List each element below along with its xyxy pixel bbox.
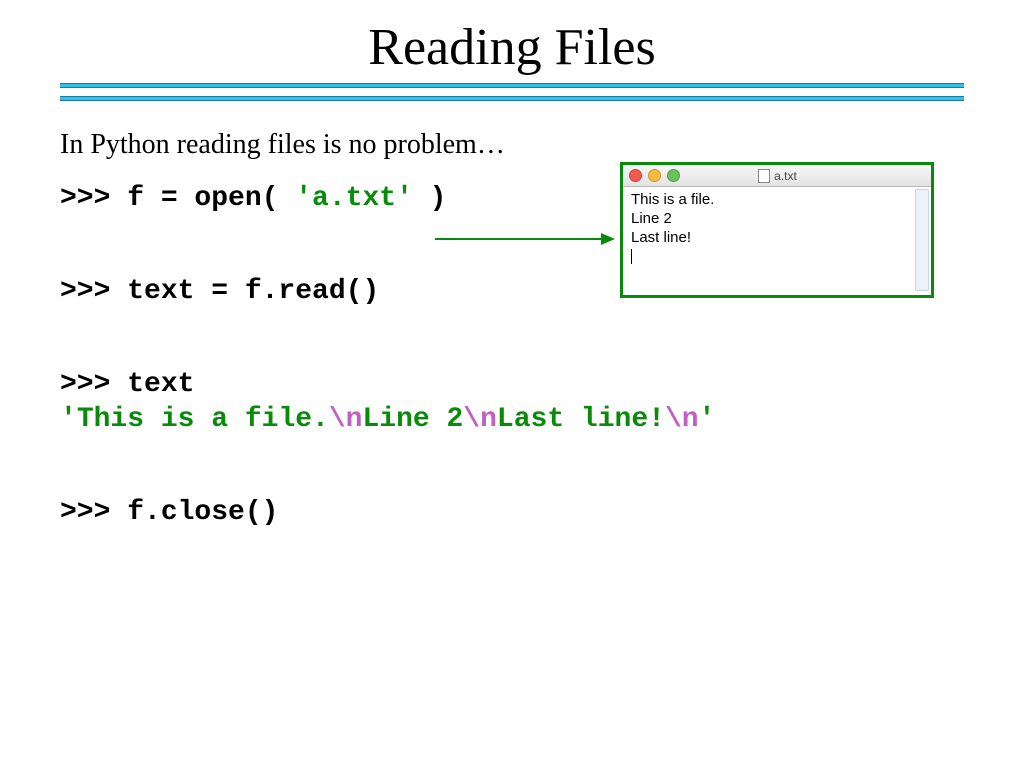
file-line: This is a file.: [631, 191, 923, 210]
traffic-lights: [629, 169, 680, 182]
text-caret-icon: [631, 249, 632, 264]
scrollbar-vertical[interactable]: [915, 189, 929, 291]
arrow-head-icon: [601, 233, 615, 245]
cursor-line: [631, 247, 923, 266]
arrow-line: [435, 238, 603, 240]
code-close: >>> f.close(): [60, 495, 964, 530]
slide: Reading Files In Python reading files is…: [0, 0, 1024, 768]
slide-title: Reading Files: [60, 18, 964, 77]
intro-text: In Python reading files is no problem…: [60, 129, 964, 161]
file-line: Line 2: [631, 210, 923, 229]
string-literal: 'a.txt': [295, 183, 413, 214]
string-part: Line 2: [362, 404, 463, 435]
rule-2: [60, 96, 964, 101]
code-text: ): [413, 183, 447, 214]
window-title: a.txt: [680, 169, 875, 183]
escape-n: \n: [329, 404, 363, 435]
quote-open: ': [60, 404, 77, 435]
file-line: Last line!: [631, 229, 923, 248]
document-icon: [758, 169, 770, 183]
title-underline: [60, 83, 964, 101]
string-part: Last line!: [497, 404, 665, 435]
window-titlebar: a.txt: [623, 165, 931, 187]
rule-1: [60, 83, 964, 88]
close-icon[interactable]: [629, 169, 642, 182]
text-file-window: a.txt This is a file. Line 2 Last line!: [620, 162, 934, 298]
escape-n: \n: [463, 404, 497, 435]
string-part: This is a file.: [77, 404, 329, 435]
code-echo: >>> text: [60, 367, 964, 402]
file-content: This is a file. Line 2 Last line!: [623, 187, 931, 295]
zoom-icon[interactable]: [667, 169, 680, 182]
window-title-text: a.txt: [774, 169, 797, 183]
escape-n: \n: [665, 404, 699, 435]
minimize-icon[interactable]: [648, 169, 661, 182]
code-result: 'This is a file.\nLine 2\nLast line!\n': [60, 402, 964, 437]
arrow: [435, 238, 615, 240]
code-text: >>> f = open(: [60, 183, 295, 214]
quote-close: ': [699, 404, 716, 435]
